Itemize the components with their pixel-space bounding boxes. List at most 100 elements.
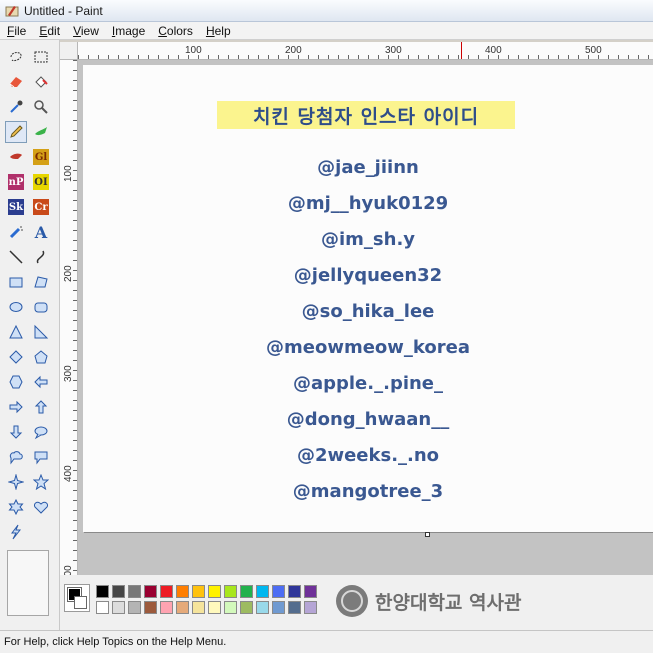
- palette-swatch[interactable]: [144, 585, 157, 598]
- star6-icon[interactable]: [5, 496, 27, 518]
- free-form-select-icon[interactable]: [5, 46, 27, 68]
- tool-options-box[interactable]: [7, 550, 49, 616]
- menu-bar: File Edit View Image Colors Help: [0, 22, 653, 40]
- palette-swatch[interactable]: [160, 601, 173, 614]
- instagram-id: @im_sh.y: [320, 228, 416, 250]
- paint-app-icon: [5, 5, 19, 16]
- watermark-logo: 한양대학교 역사관: [336, 583, 521, 619]
- palette-swatch[interactable]: [256, 585, 269, 598]
- diamond-icon[interactable]: [5, 346, 27, 368]
- palette-swatch[interactable]: [96, 601, 109, 614]
- palette-swatch[interactable]: [160, 585, 173, 598]
- rectangle-icon[interactable]: [5, 271, 27, 293]
- heart-icon[interactable]: [30, 496, 52, 518]
- palette-swatch[interactable]: [192, 585, 205, 598]
- palette-swatch[interactable]: [208, 601, 221, 614]
- instagram-id: @jae_jiinn: [317, 156, 419, 178]
- menu-item-help[interactable]: Help: [199, 24, 237, 38]
- arrow-down-icon[interactable]: [5, 421, 27, 443]
- menu-item-image[interactable]: Image: [105, 24, 151, 38]
- color-picker-icon[interactable]: [5, 96, 27, 118]
- menu-item-file[interactable]: File: [0, 24, 32, 38]
- university-seal-icon: [336, 585, 368, 617]
- palette-swatch[interactable]: [272, 585, 285, 598]
- watermark-text: 한양대학교 역사관: [375, 591, 522, 614]
- pencil-icon[interactable]: [5, 121, 27, 143]
- instagram-id: @dong_hwaan__: [286, 408, 450, 430]
- airbrush-icon[interactable]: [5, 221, 27, 243]
- palette-swatch[interactable]: [224, 601, 237, 614]
- palette-swatch[interactable]: [192, 601, 205, 614]
- magnifier-icon[interactable]: [30, 96, 52, 118]
- star5-icon[interactable]: [30, 471, 52, 493]
- pentagon-icon[interactable]: [30, 346, 52, 368]
- ruler-label: 200: [285, 45, 302, 56]
- ruler-label: 500: [63, 565, 74, 575]
- canvas-resize-handle[interactable]: [425, 532, 430, 537]
- palette-swatch[interactable]: [176, 585, 189, 598]
- gl-plugin-icon[interactable]: Gl: [30, 146, 52, 168]
- instagram-id: @mangotree_3: [292, 480, 444, 502]
- palette-swatch[interactable]: [288, 601, 301, 614]
- instagram-id: @jellyqueen32: [293, 264, 443, 286]
- palette-swatch[interactable]: [240, 601, 253, 614]
- palette-swatch[interactable]: [128, 585, 141, 598]
- palette-swatch[interactable]: [208, 585, 221, 598]
- np-plugin-icon[interactable]: nP: [5, 171, 27, 193]
- palette-swatch[interactable]: [112, 601, 125, 614]
- ellipse-icon[interactable]: [5, 296, 27, 318]
- palette-swatch[interactable]: [240, 585, 253, 598]
- palette-swatch[interactable]: [112, 585, 125, 598]
- drawing-canvas[interactable]: 치킨 당첨자 인스타 아이디 @jae_jiinn @mj__hyuk0129 @i…: [83, 65, 653, 532]
- menu-item-colors[interactable]: Colors: [151, 24, 199, 38]
- palette-swatch[interactable]: [144, 601, 157, 614]
- current-colors[interactable]: [64, 584, 90, 612]
- window-title: Untitled - Paint: [24, 3, 103, 18]
- star4-icon[interactable]: [5, 471, 27, 493]
- ruler-label: 300: [385, 45, 402, 56]
- ruler-corner: [60, 42, 78, 60]
- menu-item-edit[interactable]: Edit: [32, 24, 66, 38]
- callout-oval-icon[interactable]: [30, 421, 52, 443]
- triangle-icon[interactable]: [5, 321, 27, 343]
- instagram-id: @mj__hyuk0129: [287, 192, 449, 214]
- palette-swatch[interactable]: [304, 601, 317, 614]
- workspace: 치킨 당첨자 인스타 아이디 @jae_jiinn @mj__hyuk0129 @i…: [78, 60, 653, 575]
- line-icon[interactable]: [5, 246, 27, 268]
- palette-swatch[interactable]: [256, 601, 269, 614]
- ruler-label: 400: [485, 45, 502, 56]
- plugin-brush-icon[interactable]: [5, 146, 27, 168]
- fill-bucket-icon[interactable]: [30, 71, 52, 93]
- palette-swatch[interactable]: [224, 585, 237, 598]
- arrow-right-icon[interactable]: [5, 396, 27, 418]
- palette-swatch[interactable]: [128, 601, 141, 614]
- rounded-rect-icon[interactable]: [30, 296, 52, 318]
- ruler-label: 500: [585, 45, 602, 56]
- curve-icon[interactable]: [30, 246, 52, 268]
- sk-plugin-icon[interactable]: Sk: [5, 196, 27, 218]
- palette-swatch[interactable]: [96, 585, 109, 598]
- palette-swatch[interactable]: [176, 601, 189, 614]
- rect-select-icon[interactable]: [30, 46, 52, 68]
- arrow-up-icon[interactable]: [30, 396, 52, 418]
- canvas-heading: 치킨 당첨자 인스타 아이디: [217, 101, 515, 129]
- hexagon-icon[interactable]: [5, 371, 27, 393]
- callout-cloud-icon[interactable]: [5, 446, 27, 468]
- brush-icon[interactable]: [30, 121, 52, 143]
- cr-plugin-icon[interactable]: Cr: [30, 196, 52, 218]
- lightning-icon[interactable]: [5, 521, 27, 543]
- background-color[interactable]: [74, 596, 87, 609]
- text-tool-icon[interactable]: A: [30, 221, 52, 243]
- oi-plugin-icon[interactable]: OI: [30, 171, 52, 193]
- polygon-icon[interactable]: [30, 271, 52, 293]
- palette-swatch[interactable]: [304, 585, 317, 598]
- eraser-icon[interactable]: [5, 71, 27, 93]
- horizontal-ruler: 100 200 300 400 500: [78, 42, 653, 60]
- right-triangle-icon[interactable]: [30, 321, 52, 343]
- arrow-left-icon[interactable]: [30, 371, 52, 393]
- palette-swatch[interactable]: [288, 585, 301, 598]
- palette-swatch[interactable]: [272, 601, 285, 614]
- callout-rect-icon[interactable]: [30, 446, 52, 468]
- menu-item-view[interactable]: View: [66, 24, 105, 38]
- ruler-label: 300: [63, 365, 74, 382]
